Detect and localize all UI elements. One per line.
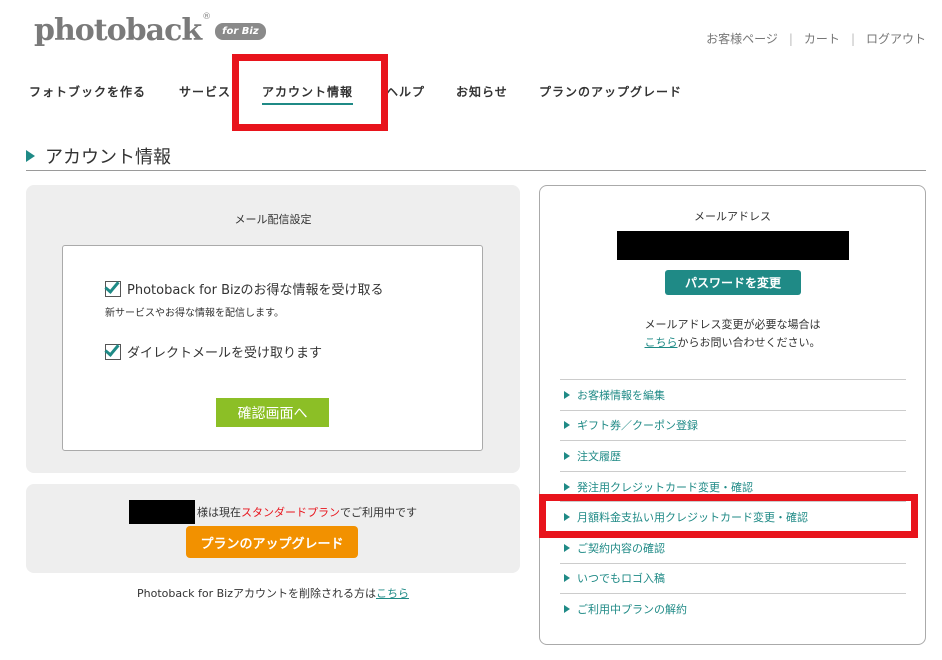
logo-for-biz-badge: for Biz [215,23,266,40]
menu-cancel-plan[interactable]: ご利用中プランの解約 [560,593,906,624]
plan-name: スタンダードプラン [241,506,340,519]
triangle-right-icon [564,451,570,460]
option-offers[interactable]: Photoback for Bizのお得な情報を受け取る [104,277,384,298]
direct-mail-checkbox[interactable] [104,340,121,360]
change-password-button[interactable]: パスワードを変更 [665,270,801,295]
menu-order-history[interactable]: 注文履歴 [560,440,906,471]
menu-edit-customer-info[interactable]: お客様情報を編集 [560,379,906,410]
confirm-button[interactable]: 確認画面へ [216,398,329,427]
title-triangle-icon [26,150,35,162]
utility-nav: お客様ページ | カート | ログアウト [706,30,926,47]
logout-link[interactable]: ログアウト [866,30,926,47]
nav-help[interactable]: ヘルプ [386,84,425,100]
menu-gift-coupon[interactable]: ギフト券／クーポン登録 [560,409,906,441]
redacted-username [129,500,195,524]
delete-account-link[interactable]: こちら [376,587,409,600]
plan-text-after: でご利用中です [340,506,417,519]
menu-label: いつでもロゴ入稿 [577,572,665,586]
photoback-logo[interactable]: photoback ® for Biz [34,12,266,48]
contact-link[interactable]: こちら [645,336,678,349]
plan-text-before: 様は現在 [197,506,241,519]
menu-label: ご契約内容の確認 [577,541,665,555]
email-label: メールアドレス [694,210,771,223]
nav-create-photobook[interactable]: フォトブックを作る [29,84,146,100]
menu-label: お客様情報を編集 [577,388,665,402]
redacted-email [617,231,849,260]
direct-mail-label: ダイレクトメールを受け取ります [127,346,323,361]
nav-news[interactable]: お知らせ [456,84,508,100]
mail-settings-panel: メール配信設定 Photoback for Bizのお得な情報を受け取る 新サー… [26,185,520,473]
offers-description: 新サービスやお得な情報を配信します。 [105,308,284,319]
plan-panel: 様は現在 スタンダードプラン でご利用中です プランのアップグレード [26,484,520,573]
triangle-right-icon [564,482,570,491]
util-separator: | [850,31,855,46]
menu-label: 発注用クレジットカード変更・確認 [577,480,753,494]
page-title-bar: アカウント情報 [26,142,926,171]
util-separator: | [788,31,793,46]
menu-label: ギフト券／クーポン登録 [577,419,698,433]
email-change-contact: こちらからお問い合わせください。 [540,334,925,350]
option-direct-mail[interactable]: ダイレクトメールを受け取ります [104,340,323,361]
cart-link[interactable]: カート [804,30,840,47]
highlight-box-monthly-card [539,494,918,538]
account-panel: メールアドレス パスワードを変更 メールアドレス変更が必要な場合は こちらからお… [539,185,926,645]
check-icon [104,340,120,357]
plan-status-line: 様は現在 スタンダードプラン でご利用中です [26,500,520,524]
menu-label: ご利用中プランの解約 [577,602,687,616]
triangle-right-icon [564,390,570,399]
triangle-right-icon [564,574,570,583]
delete-account-line: Photoback for Bizアカウントを削除される方はこちら [26,585,520,601]
mail-settings-heading: メール配信設定 [234,213,312,226]
triangle-right-icon [564,543,570,552]
mail-settings-card: Photoback for Bizのお得な情報を受け取る 新サービスやお得な情報… [62,245,483,451]
delete-account-text: Photoback for Bizアカウントを削除される方は [136,587,376,600]
logo-wordmark: photoback [34,13,202,48]
page-title: アカウント情報 [45,147,171,168]
nav-services[interactable]: サービス [179,84,231,100]
contact-text: からお問い合わせください。 [677,336,821,349]
offers-label: Photoback for Bizのお得な情報を受け取る [127,283,384,298]
triangle-right-icon [564,604,570,613]
logo-registered-mark: ® [202,12,212,22]
email-change-note: メールアドレス変更が必要な場合は [644,318,821,331]
offers-checkbox[interactable] [104,277,121,297]
menu-label: 注文履歴 [577,449,621,463]
check-icon [104,277,120,294]
triangle-right-icon [564,421,570,430]
nav-plan-upgrade[interactable]: プランのアップグレード [539,84,682,100]
highlight-box-account-nav [232,54,388,131]
customer-page-link[interactable]: お客様ページ [706,30,778,47]
menu-logo-submission[interactable]: いつでもロゴ入稿 [560,562,906,594]
plan-upgrade-button[interactable]: プランのアップグレード [186,526,358,558]
